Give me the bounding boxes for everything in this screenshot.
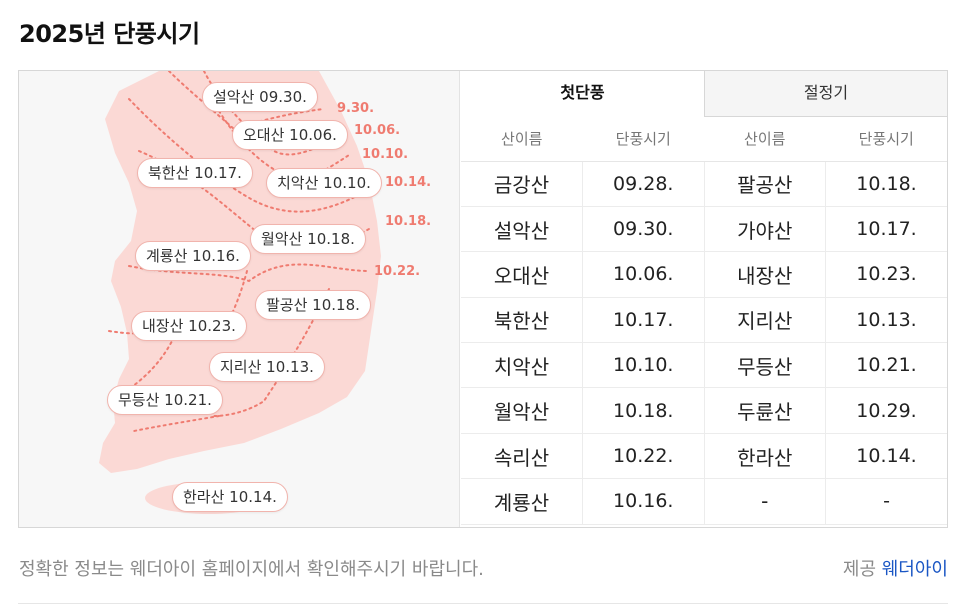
date-line-label: 10.18. xyxy=(385,214,432,229)
date-line-label: 9.30. xyxy=(337,101,375,116)
foliage-date: 10.29. xyxy=(825,387,947,434)
map-label-halla: 한라산 10.14. xyxy=(172,482,288,512)
mountain-name: 북한산 xyxy=(461,297,583,344)
foliage-date: 10.21. xyxy=(825,342,947,389)
table-row: 설악산 09.30. 가야산 10.17. xyxy=(461,206,947,253)
table-row: 북한산 10.17. 지리산 10.13. xyxy=(461,297,947,344)
foliage-date: 10.18. xyxy=(825,161,947,207)
map-label-gyeryong: 계룡산 10.16. xyxy=(135,241,251,271)
mountain-name: 한라산 xyxy=(703,433,826,480)
foliage-date: 10.23. xyxy=(825,251,947,298)
mountain-name: 금강산 xyxy=(461,161,583,207)
mountain-name: 치악산 xyxy=(461,342,583,389)
mountain-name: 팔공산 xyxy=(703,161,826,207)
map-label-woraks: 월악산 10.18. xyxy=(250,224,366,254)
col-header-mountain: 산이름 xyxy=(461,117,583,162)
foliage-table-panel: 첫단풍 절정기 산이름 단풍시기 산이름 단풍시기 금강산 09.28. 팔공산… xyxy=(461,71,947,527)
map-label-mudeung: 무등산 10.21. xyxy=(107,385,223,415)
foliage-table: 산이름 단풍시기 산이름 단풍시기 금강산 09.28. 팔공산 10.18. … xyxy=(461,117,947,525)
tab-first-foliage[interactable]: 첫단풍 xyxy=(461,71,704,117)
mountain-name: 오대산 xyxy=(461,251,583,298)
mountain-name: 내장산 xyxy=(703,251,826,298)
map-label-chiak: 치악산 10.10. xyxy=(266,168,382,198)
table-row: 속리산 10.22. 한라산 10.14. xyxy=(461,433,947,480)
table-row: 오대산 10.06. 내장산 10.23. xyxy=(461,251,947,298)
col-header-mountain: 산이름 xyxy=(704,117,826,162)
mountain-name: 가야산 xyxy=(703,206,826,253)
map-label-naejang: 내장산 10.23. xyxy=(131,311,247,341)
date-line-label: 10.22. xyxy=(374,264,421,279)
foliage-date: 09.30. xyxy=(582,206,704,253)
foliage-date: 10.17. xyxy=(825,206,947,253)
foliage-date: - xyxy=(825,478,947,525)
map-label-jiri: 지리산 10.13. xyxy=(209,352,325,382)
table-row: 금강산 09.28. 팔공산 10.18. xyxy=(461,161,947,207)
mountain-name: 월악산 xyxy=(461,387,583,434)
col-header-date: 단풍시기 xyxy=(825,117,947,162)
foliage-date: 10.10. xyxy=(582,342,704,389)
foliage-date: 10.14. xyxy=(825,433,947,480)
foliage-date: 10.18. xyxy=(582,387,704,434)
source-credit: 제공 웨더아이 xyxy=(843,555,948,581)
map-label-bukhan: 북한산 10.17. xyxy=(137,158,253,188)
date-line-label: 10.06. xyxy=(354,123,401,138)
mountain-name: 무등산 xyxy=(703,342,826,389)
date-line-label: 10.14. xyxy=(385,175,432,190)
foliage-date: 10.17. xyxy=(582,297,704,344)
foliage-date: 09.28. xyxy=(582,161,704,207)
map-label-odae: 오대산 10.06. xyxy=(232,120,348,150)
info-note: 정확한 정보는 웨더아이 홈페이지에서 확인해주시기 바랍니다. xyxy=(19,559,484,580)
table-row: 월악산 10.18. 두륜산 10.29. xyxy=(461,387,947,434)
bottom-divider xyxy=(18,603,948,604)
mountain-name: 지리산 xyxy=(703,297,826,344)
mountain-name: - xyxy=(703,478,826,525)
map-label-palgong: 팔공산 10.18. xyxy=(255,290,371,320)
tab-peak-foliage[interactable]: 절정기 xyxy=(704,71,947,117)
date-line-label: 10.10. xyxy=(362,147,409,162)
foliage-date: 10.06. xyxy=(582,251,704,298)
source-link[interactable]: 웨더아이 xyxy=(882,559,948,580)
foliage-card: 설악산 09.30. 오대산 10.06. 북한산 10.17. 치악산 10.… xyxy=(18,70,948,528)
mountain-name: 계룡산 xyxy=(461,478,583,525)
source-prefix: 제공 xyxy=(842,559,877,580)
mountain-name: 설악산 xyxy=(461,206,583,253)
tab-bar: 첫단풍 절정기 xyxy=(461,71,947,117)
mountain-name: 두륜산 xyxy=(703,387,826,434)
table-row: 치악산 10.10. 무등산 10.21. xyxy=(461,342,947,389)
foliage-map: 설악산 09.30. 오대산 10.06. 북한산 10.17. 치악산 10.… xyxy=(19,71,460,527)
map-label-seorak: 설악산 09.30. xyxy=(202,82,318,112)
foliage-date: 10.22. xyxy=(582,433,704,480)
foliage-date: 10.13. xyxy=(825,297,947,344)
foliage-date: 10.16. xyxy=(582,478,704,525)
table-row: 계룡산 10.16. - - xyxy=(461,478,947,525)
col-header-date: 단풍시기 xyxy=(582,117,704,162)
mountain-name: 속리산 xyxy=(461,433,583,480)
table-header-row: 산이름 단풍시기 산이름 단풍시기 xyxy=(461,117,947,162)
page-title: 2025년 단풍시기 xyxy=(19,20,200,48)
